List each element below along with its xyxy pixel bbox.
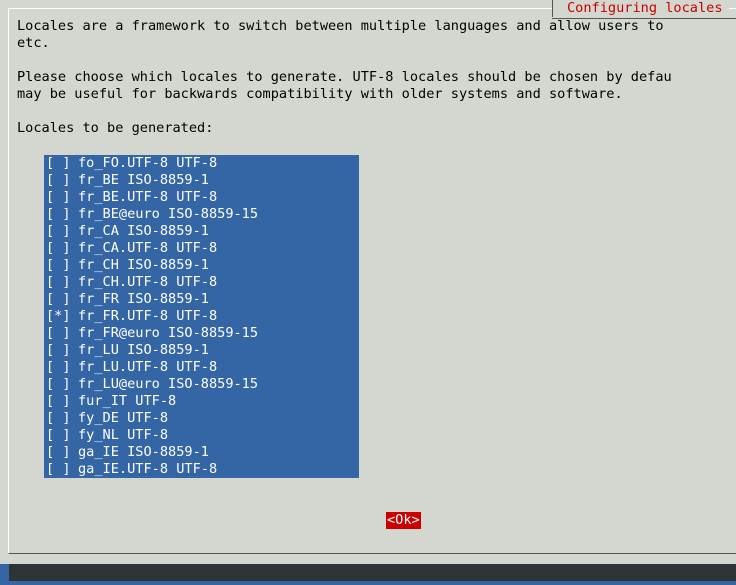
dialog-title: Configuring locales bbox=[552, 0, 729, 17]
ok-button[interactable]: <Ok> bbox=[386, 512, 421, 529]
locale-checkbox[interactable]: [ ] bbox=[46, 172, 78, 189]
locale-label: ga_IE ISO-8859-1 bbox=[78, 444, 209, 460]
locale-checkbox[interactable]: [ ] bbox=[46, 155, 78, 172]
locale-checkbox[interactable]: [ ] bbox=[46, 461, 78, 478]
locale-checkbox[interactable]: [ ] bbox=[46, 240, 78, 257]
locale-item-selected[interactable]: [*] fr_FR.UTF-8 UTF-8 bbox=[46, 308, 217, 325]
locale-item[interactable]: [ ] fy_DE UTF-8 bbox=[46, 410, 168, 427]
locale-checkbox[interactable]: [*] bbox=[46, 308, 78, 325]
locale-checkbox[interactable]: [ ] bbox=[46, 427, 78, 444]
locale-item[interactable]: [ ] fo_FO.UTF-8 UTF-8 bbox=[46, 155, 217, 172]
locale-item[interactable]: [ ] fr_CA.UTF-8 UTF-8 bbox=[46, 240, 217, 257]
locale-item[interactable]: [ ] ga_IE ISO-8859-1 bbox=[46, 444, 209, 461]
locale-checkbox[interactable]: [ ] bbox=[46, 206, 78, 223]
locale-checkbox[interactable]: [ ] bbox=[46, 393, 78, 410]
locale-checkbox[interactable]: [ ] bbox=[46, 376, 78, 393]
locale-checkbox[interactable]: [ ] bbox=[46, 223, 78, 240]
locale-label: fr_BE ISO-8859-1 bbox=[78, 172, 209, 188]
locale-label: fy_DE UTF-8 bbox=[78, 410, 169, 426]
locale-item[interactable]: [ ] fr_CH ISO-8859-1 bbox=[46, 257, 209, 274]
locale-checkbox[interactable]: [ ] bbox=[46, 291, 78, 308]
locale-item[interactable]: [ ] fur_IT UTF-8 bbox=[46, 393, 176, 410]
locale-label: fr_CH ISO-8859-1 bbox=[78, 257, 209, 273]
locale-checkbox[interactable]: [ ] bbox=[46, 410, 78, 427]
locale-label: fur_IT UTF-8 bbox=[78, 393, 177, 409]
locale-label: fr_LU ISO-8859-1 bbox=[78, 342, 209, 358]
locale-label: fy_NL UTF-8 bbox=[78, 427, 169, 443]
locale-item[interactable]: [ ] fr_CH.UTF-8 UTF-8 bbox=[46, 274, 217, 291]
locale-checkbox[interactable]: [ ] bbox=[46, 189, 78, 206]
description-line: etc. bbox=[17, 35, 50, 51]
locale-checkbox[interactable]: [ ] bbox=[46, 342, 78, 359]
locale-checkbox[interactable]: [ ] bbox=[46, 359, 78, 376]
locale-label: fr_FR ISO-8859-1 bbox=[78, 291, 209, 307]
locales-list[interactable]: [ ] fo_FO.UTF-8 UTF-8 [ ] fr_BE ISO-8859-1… bbox=[44, 155, 359, 478]
locale-item[interactable]: [ ] fr_LU.UTF-8 UTF-8 bbox=[46, 359, 217, 376]
locale-label: ga_IE.UTF-8 UTF-8 bbox=[78, 461, 218, 477]
locale-item[interactable]: [ ] fr_LU ISO-8859-1 bbox=[46, 342, 209, 359]
locale-label: fr_LU.UTF-8 UTF-8 bbox=[78, 359, 218, 375]
locale-checkbox[interactable]: [ ] bbox=[46, 274, 78, 291]
locale-item[interactable]: [ ] fr_BE@euro ISO-8859-15 bbox=[46, 206, 258, 223]
locale-item[interactable]: [ ] ga_IE.UTF-8 UTF-8 bbox=[46, 461, 217, 478]
locale-label: fr_FR.UTF-8 UTF-8 bbox=[78, 308, 218, 324]
locale-item[interactable]: [ ] fr_LU@euro ISO-8859-15 bbox=[46, 376, 258, 393]
description-line: Locales are a framework to switch betwee… bbox=[17, 18, 664, 34]
description-line: may be useful for backwards compatibilit… bbox=[17, 86, 623, 102]
locale-label: fo_FO.UTF-8 UTF-8 bbox=[78, 155, 218, 171]
locale-label: fr_LU@euro ISO-8859-15 bbox=[78, 376, 259, 392]
locale-item[interactable]: [ ] fr_BE ISO-8859-1 bbox=[46, 172, 209, 189]
locale-item[interactable]: [ ] fr_CA ISO-8859-1 bbox=[46, 223, 209, 240]
locale-item[interactable]: [ ] fr_FR ISO-8859-1 bbox=[46, 291, 209, 308]
locale-label: fr_BE.UTF-8 UTF-8 bbox=[78, 189, 218, 205]
locale-checkbox[interactable]: [ ] bbox=[46, 325, 78, 342]
locale-checkbox[interactable]: [ ] bbox=[46, 257, 78, 274]
dialog-shadow bbox=[9, 564, 736, 581]
terminal-screen: Configuring locales Locales are a framew… bbox=[0, 0, 736, 585]
configuring-locales-dialog: Configuring locales Locales are a framew… bbox=[0, 0, 736, 564]
locale-label: fr_CA.UTF-8 UTF-8 bbox=[78, 240, 218, 256]
locale-label: fr_FR@euro ISO-8859-15 bbox=[78, 325, 259, 341]
description-line: Please choose which locales to generate.… bbox=[17, 69, 672, 85]
locale-item[interactable]: [ ] fr_BE.UTF-8 UTF-8 bbox=[46, 189, 217, 206]
locale-label: fr_CH.UTF-8 UTF-8 bbox=[78, 274, 218, 290]
locale-item[interactable]: [ ] fy_NL UTF-8 bbox=[46, 427, 168, 444]
locale-item[interactable]: [ ] fr_FR@euro ISO-8859-15 bbox=[46, 325, 258, 342]
locale-label: fr_CA ISO-8859-1 bbox=[78, 223, 209, 239]
locale-checkbox[interactable]: [ ] bbox=[46, 444, 78, 461]
list-heading: Locales to be generated: bbox=[17, 120, 214, 136]
locale-label: fr_BE@euro ISO-8859-15 bbox=[78, 206, 259, 222]
